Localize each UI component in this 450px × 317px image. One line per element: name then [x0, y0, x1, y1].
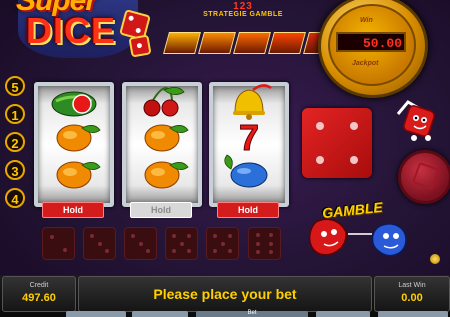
hold-button-reel-2[interactable]: Hold [130, 202, 192, 218]
die-pip [316, 156, 324, 164]
bell-icon [233, 84, 272, 120]
last-win-label: Last Win [398, 282, 426, 289]
die-pip [269, 250, 274, 255]
die-pip [171, 233, 176, 238]
die-pip [212, 249, 217, 254]
die-pip [228, 233, 233, 238]
credit-panel: Credit 497.60 [2, 276, 76, 312]
die-pip [269, 241, 274, 246]
tab-button[interactable] [132, 311, 188, 317]
message-panel: Please place your bet [78, 276, 372, 312]
small-die-5 [206, 227, 239, 260]
small-die-6 [248, 227, 281, 260]
die-pip [187, 249, 192, 254]
orange-icon [144, 161, 189, 189]
die-pip [89, 233, 94, 238]
die-pip [171, 249, 176, 254]
die-pip [255, 250, 260, 255]
die-pip [138, 241, 143, 246]
tab-button[interactable] [378, 311, 448, 317]
small-die-4 [165, 227, 198, 260]
big-die [302, 108, 372, 178]
plum-icon [224, 154, 268, 188]
orange-icon [144, 124, 189, 152]
tab-button[interactable] [316, 311, 370, 317]
die-pip [255, 241, 260, 246]
reel-symbols: 7 [51, 84, 272, 189]
small-die-2 [83, 227, 116, 260]
last-win-panel: Last Win 0.00 [374, 276, 450, 312]
credit-label: Credit [29, 282, 49, 289]
die-pip [269, 232, 274, 237]
bet-tab[interactable]: Bet [196, 310, 308, 317]
small-die-1 [42, 227, 75, 260]
die-pip [146, 249, 151, 254]
svg-text:7: 7 [239, 117, 259, 158]
die-pip [105, 249, 110, 254]
die-pip [187, 233, 192, 238]
coin-icon [430, 254, 440, 264]
die-pip [350, 156, 358, 164]
last-win-value: 0.00 [401, 292, 423, 304]
die-pip [49, 234, 54, 239]
die-pip [228, 249, 233, 254]
orange-icon [56, 124, 101, 152]
die-pip [130, 233, 135, 238]
die-pip [63, 248, 68, 253]
cherries-icon [143, 86, 185, 117]
die-pip [316, 122, 324, 130]
hold-button-reel-3[interactable]: Hold [217, 202, 279, 218]
die-pip [255, 232, 260, 237]
die-pip [179, 241, 184, 246]
small-die-3 [124, 227, 157, 260]
orange-icon [56, 161, 101, 189]
watermelon-icon [51, 91, 97, 117]
bet-tab-label: Bet [247, 310, 257, 316]
seven-icon: 7 [238, 117, 259, 159]
hold-button-reel-1[interactable]: Hold [42, 202, 104, 218]
die-pip [212, 233, 217, 238]
die-icon [411, 161, 441, 191]
die-pip [350, 122, 358, 130]
die-pip [220, 241, 225, 246]
status-message: Please place your bet [153, 286, 297, 302]
tab-button[interactable] [66, 311, 126, 317]
die-pip [97, 241, 102, 246]
credit-value: 497.60 [22, 292, 56, 304]
dice-mascot-icon [396, 100, 435, 141]
